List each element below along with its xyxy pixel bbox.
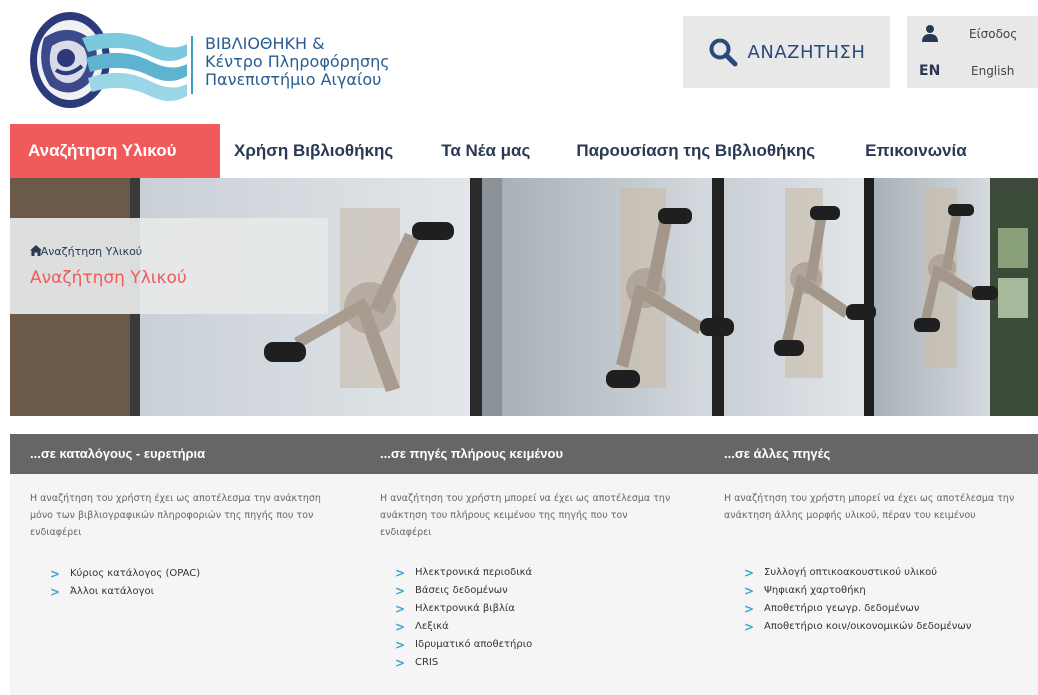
list-item[interactable]: > Αποθετήριο κοιν/οικονομικών δεδομένων	[744, 618, 971, 636]
link-label: Άλλοι κατάλογοι	[70, 586, 154, 597]
home-icon[interactable]	[30, 245, 42, 256]
link-label: Συλλογή οπτικοακουστικού υλικού	[764, 567, 938, 578]
list-item[interactable]: > Αποθετήριο γεωγρ. δεδομένων	[744, 600, 971, 618]
link-label: Αποθετήριο γεωγρ. δεδομένων	[764, 603, 920, 614]
search-button[interactable]: ΑΝΑΖΗΤΗΣΗ	[683, 16, 890, 88]
search-icon	[709, 38, 738, 67]
list-item[interactable]: > Ιδρυματικό αποθετήριο	[395, 636, 532, 654]
link-label: Ιδρυματικό αποθετήριο	[415, 639, 533, 650]
list-item[interactable]: > CRIS	[395, 654, 532, 672]
chevron-right-icon: >	[744, 620, 755, 634]
account-panel: Είσοδος EN English	[907, 16, 1038, 88]
chevron-right-icon: >	[395, 584, 406, 598]
link-label: CRIS	[415, 657, 439, 668]
link-label: Λεξικά	[415, 621, 449, 632]
column-heading-fulltext: ...σε πηγές πλήρους κειμένου	[380, 446, 564, 461]
nav-item-material-search[interactable]: Αναζήτηση Υλικού	[10, 124, 220, 178]
logo-divider	[191, 36, 193, 94]
other-sources-links: > Συλλογή οπτικοακουστικού υλικού > Ψηφιακ…	[744, 564, 971, 636]
column-description-catalogs: Η αναζήτηση του χρήστη έχει ως αποτέλεσμ…	[30, 493, 321, 538]
chevron-right-icon: >	[395, 656, 406, 670]
list-item[interactable]: > Ψηφιακή χαρτοθήκη	[744, 582, 971, 600]
university-logo[interactable]	[22, 8, 192, 116]
hero-banner: » Αναζήτηση Υλικού Αναζήτηση Υλικού	[10, 178, 1038, 416]
link-label: Ηλεκτρονικά βιβλία	[415, 603, 515, 614]
catalog-links: > Κύριος κατάλογος (OPAC) > Άλλοι κατάλογο…	[50, 565, 200, 601]
list-item[interactable]: > Βάσεις δεδομένων	[395, 582, 532, 600]
chevron-right-icon: >	[744, 584, 755, 598]
list-item[interactable]: > Λεξικά	[395, 618, 532, 636]
fulltext-links: > Ηλεκτρονικά περιοδικά > Βάσεις δεδομένων…	[395, 564, 532, 672]
link-label: Κύριος κατάλογος (OPAC)	[70, 568, 201, 579]
site-header: ΒΙΒΛΙΟΘΗΚΗ & Κέντρο Πληροφόρησης Πανεπισ…	[0, 0, 1038, 124]
chevron-right-icon: >	[744, 602, 755, 616]
nav-item-contact[interactable]: Επικοινωνία	[865, 124, 967, 178]
chevron-right-icon: >	[395, 620, 406, 634]
breadcrumb: » Αναζήτηση Υλικού	[30, 245, 142, 258]
list-item[interactable]: > Ηλεκτρονικά περιοδικά	[395, 564, 532, 582]
user-icon[interactable]	[921, 24, 939, 42]
breadcrumb-current: Αναζήτηση Υλικού	[40, 245, 143, 258]
link-label: Ψηφιακή χαρτοθήκη	[764, 585, 866, 596]
list-item[interactable]: > Συλλογή οπτικοακουστικού υλικού	[744, 564, 971, 582]
library-name-line-1: ΒΙΒΛΙΟΘΗΚΗ &	[205, 34, 325, 53]
search-label: ΑΝΑΖΗΤΗΣΗ	[747, 41, 866, 63]
login-link[interactable]: Είσοδος	[969, 27, 1017, 41]
link-label: Βάσεις δεδομένων	[415, 585, 508, 596]
library-name-line-2: Κέντρο Πληροφόρησης	[205, 52, 390, 71]
chevron-right-icon: >	[395, 602, 406, 616]
column-heading-other: ...σε άλλες πηγές	[724, 446, 831, 461]
page-title: Αναζήτηση Υλικού	[30, 268, 187, 288]
library-name[interactable]: ΒΙΒΛΙΟΘΗΚΗ & Κέντρο Πληροφόρησης Πανεπισ…	[205, 35, 390, 89]
column-heading-catalogs: ...σε καταλόγους - ευρετήρια	[30, 446, 206, 461]
list-item[interactable]: > Άλλοι κατάλογοι	[50, 583, 200, 601]
breadcrumb-panel: » Αναζήτηση Υλικού Αναζήτηση Υλικού	[10, 218, 328, 314]
column-description-other: Η αναζήτηση του χρήστη μπορεί να έχει ως…	[724, 493, 1015, 521]
list-item[interactable]: > Ηλεκτρονικά βιβλία	[395, 600, 532, 618]
chevron-right-icon: >	[50, 585, 61, 599]
chevron-right-icon: >	[395, 638, 406, 652]
chevron-right-icon: >	[395, 566, 406, 580]
link-label: Ηλεκτρονικά περιοδικά	[415, 567, 533, 578]
language-code[interactable]: EN	[919, 63, 940, 79]
link-label: Αποθετήριο κοιν/οικονομικών δεδομένων	[764, 621, 972, 632]
chevron-right-icon: >	[744, 566, 755, 580]
list-item[interactable]: > Κύριος κατάλογος (OPAC)	[50, 565, 200, 583]
main-nav: Αναζήτηση Υλικού Χρήση Βιβλιοθήκης Τα Νέ…	[10, 124, 1038, 178]
language-link[interactable]: English	[971, 64, 1014, 78]
nav-item-about-library[interactable]: Παρουσίαση της Βιβλιοθήκης	[576, 124, 815, 178]
column-description-fulltext: Η αναζήτηση του χρήστη μπορεί να έχει ως…	[380, 493, 671, 538]
nav-item-library-use[interactable]: Χρήση Βιβλιοθήκης	[234, 124, 393, 178]
nav-item-news[interactable]: Τα Νέα μας	[441, 124, 530, 178]
library-name-line-3: Πανεπιστήμιο Αιγαίου	[205, 70, 382, 89]
chevron-right-icon: >	[50, 567, 61, 581]
